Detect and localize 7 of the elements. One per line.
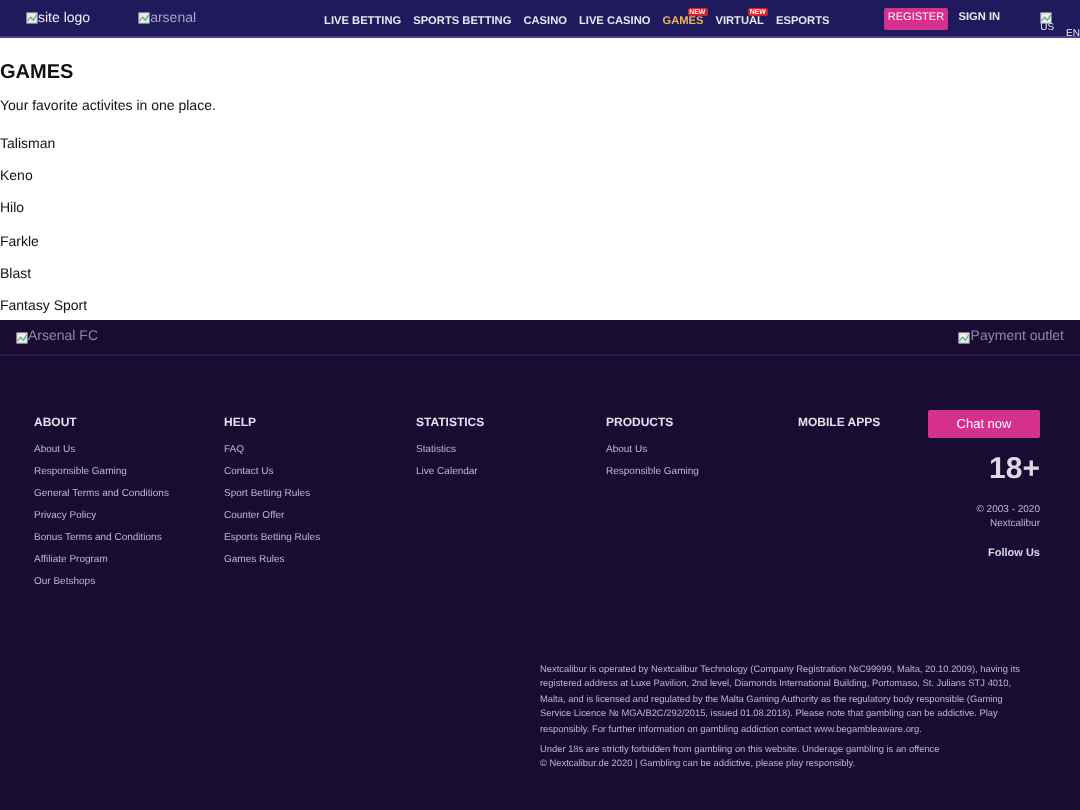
broken-image-icon bbox=[138, 12, 151, 24]
broken-image-icon bbox=[1040, 12, 1053, 24]
broken-image-icon bbox=[16, 331, 28, 343]
age-label: 18+ bbox=[989, 452, 1040, 486]
broken-image-icon bbox=[26, 12, 38, 24]
broken-image-icon bbox=[958, 331, 971, 343]
page-title: GAMES bbox=[0, 62, 76, 86]
